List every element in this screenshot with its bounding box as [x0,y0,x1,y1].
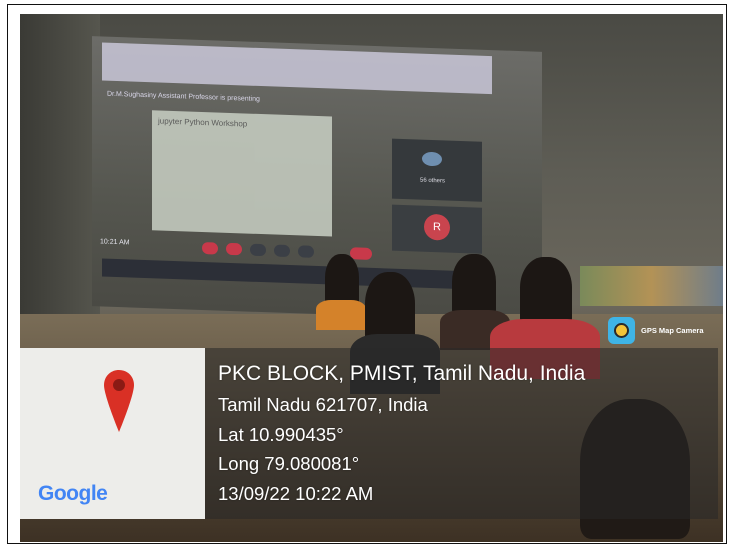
longitude: Long 79.080081° [218,453,360,474]
books-on-shelf [580,266,723,306]
map-thumbnail: Google [20,348,205,519]
gps-app-label: GPS Map Camera [641,326,704,335]
browser-bar [102,42,492,95]
camera-icon [226,242,242,256]
gps-camera-icon [608,317,635,344]
wall [20,14,100,344]
datetime: 13/09/22 10:22 AM [218,482,374,504]
raise-hand-icon [274,244,290,258]
student-4 [520,257,572,325]
student-1-shirt [316,300,366,330]
end-call-icon [350,247,372,260]
self-avatar: R [424,213,450,241]
google-logo-text: Google [38,482,108,505]
student-1 [325,254,359,306]
student-2 [365,272,415,342]
address-line: Tamil Nadu 621707, India [218,394,428,415]
participant-avatar [422,151,442,167]
mic-icon [202,241,218,255]
location-title: PKC BLOCK, PMIST, Tamil Nadu, India [218,362,586,385]
gps-map-camera-badge: GPS Map Camera [608,317,704,344]
notebook-title: jupyter Python Workshop [158,116,248,129]
jupyter-notebook: jupyter Python Workshop [152,110,332,237]
presenter-banner: Dr.M.Sughasiny Assistant Professor is pr… [107,90,260,104]
latitude: Lat 10.990435° [218,423,344,445]
avatar-letter: R [433,221,441,234]
student-3 [452,254,496,316]
location-info: PKC BLOCK, PMIST, Tamil Nadu, India Tami… [218,358,585,508]
map-pin-icon [104,370,134,432]
self-tile: R [392,204,482,254]
participants-tile: 56 others [392,138,482,202]
present-icon [298,245,314,258]
google-logo: Google [38,482,108,506]
participants-count: 56 others [420,177,446,185]
captions-icon [250,243,266,257]
